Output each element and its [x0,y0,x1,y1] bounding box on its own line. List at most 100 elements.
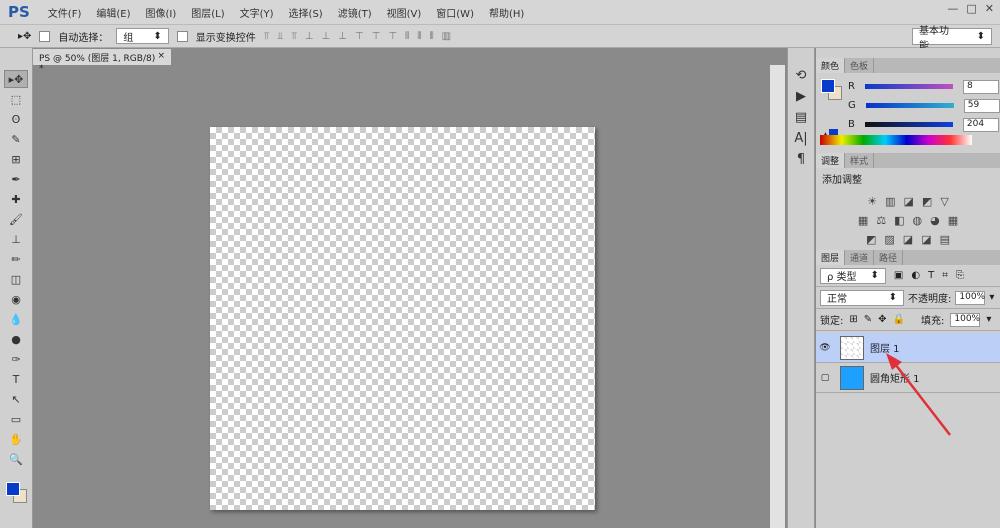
document-tabbar: PS @ 50% (图层 1, RGB/8) * × [33,49,785,74]
hue-saturation-icon[interactable]: ▦ [858,214,868,227]
document-canvas[interactable] [210,127,595,510]
history-brush-tool[interactable]: ✏ [4,250,28,268]
auto-select-dropdown[interactable]: 组 ⬍ [116,28,169,44]
foreground-color-swatch[interactable] [6,482,20,496]
tab-swatches[interactable]: 色板 [845,58,875,73]
blur-tool[interactable]: 💧 [4,310,28,328]
lock-transparent-icon[interactable]: ⊞ [849,314,857,325]
menu-edit[interactable]: 编辑(E) [96,5,130,20]
r-input[interactable]: 8 [962,79,999,94]
visibility-eye-icon[interactable]: 👁 [816,343,834,353]
auto-select-checkbox[interactable] [39,30,51,42]
curves-icon[interactable]: ◪ [904,195,914,208]
vertical-scrollbar[interactable] [770,65,785,528]
gradient-map-icon[interactable]: ▤ [940,233,950,246]
channel-mixer-icon[interactable]: ◕ [930,214,940,227]
b-input[interactable]: 204 [962,117,999,132]
fill-input[interactable]: 100% [950,312,981,327]
menu-help[interactable]: 帮助(H) [489,5,524,20]
eraser-tool[interactable]: ◫ [4,270,28,288]
menu-file[interactable]: 文件(F) [48,5,82,20]
zoom-tool[interactable]: 🔍 [4,450,28,468]
move-tool-preset[interactable]: ▸✥ [18,31,31,42]
vibrance-icon[interactable]: ▽ [940,195,948,208]
levels-icon[interactable]: ▥ [885,195,895,208]
document-tab[interactable]: PS @ 50% (图层 1, RGB/8) * × [33,49,171,74]
invert-icon[interactable]: ◩ [866,233,876,246]
workspace-dropdown[interactable]: 基本功能 ⬍ [912,26,992,52]
menu-image[interactable]: 图像(I) [145,5,176,20]
layer-filter-dropdown[interactable]: ρ 类型 ⬍ [820,267,886,284]
menu-view[interactable]: 视图(V) [387,5,422,20]
pen-tool[interactable]: ✑ [4,350,28,368]
black-white-icon[interactable]: ◧ [894,214,904,227]
show-transform-checkbox[interactable] [176,30,188,42]
lock-all-icon[interactable]: 🔒 [893,314,905,325]
healing-tool[interactable]: ✚ [4,190,28,208]
color-balance-icon[interactable]: ⚖ [876,214,886,227]
smart-object-filter-icon[interactable]: ⎘ [956,270,964,281]
lock-pixels-icon[interactable]: ✎ [864,314,872,325]
minimize-button[interactable]: — [947,2,958,15]
brush-tool[interactable]: 🖌 [4,210,28,228]
tab-channels[interactable]: 通道 [845,250,875,265]
align-icons[interactable]: ⫪ ⫫ ⫪ ⊥ ⊥ ⊥ ⊤ ⊤ ⊤ ⫴ ⫴ ⫴ ▥ [264,31,451,42]
posterize-icon[interactable]: ▨ [884,233,894,246]
exposure-icon[interactable]: ◩ [922,195,932,208]
color-spectrum-bar[interactable] [820,135,972,145]
paragraph-icon[interactable]: ¶ [788,152,814,167]
b-slider[interactable] [864,122,953,127]
history-icon[interactable]: ⟲ [788,68,814,83]
character-icon[interactable]: A| [788,131,814,146]
r-slider[interactable] [864,84,953,89]
visibility-toggle-empty[interactable]: ▢ [816,373,834,383]
adjustment-filter-icon[interactable]: ◐ [911,270,920,281]
eyedropper-tool[interactable]: ✒ [4,170,28,188]
color-fg-swatch[interactable] [821,79,835,93]
selective-color-icon[interactable]: ◪ [921,233,931,246]
pixel-filter-icon[interactable]: ▣ [894,270,903,281]
threshold-icon[interactable]: ◪ [903,233,913,246]
tab-paths[interactable]: 路径 [874,250,904,265]
type-filter-icon[interactable]: T [928,270,934,281]
type-tool[interactable]: T [4,370,28,388]
stamp-tool[interactable]: ⊥ [4,230,28,248]
menu-window[interactable]: 窗口(W) [436,5,474,20]
menu-select[interactable]: 选择(S) [289,5,323,20]
marquee-tool[interactable]: ⬚ [4,90,28,108]
maximize-button[interactable]: □ [966,2,976,15]
crop-tool[interactable]: ⊞ [4,150,28,168]
blend-mode-dropdown[interactable]: 正常 ⬍ [820,289,904,306]
close-button[interactable]: ✕ [985,2,994,15]
tab-color[interactable]: 颜色 [816,58,846,73]
shape-filter-icon[interactable]: ⌗ [942,270,948,281]
close-tab-icon[interactable]: × [157,51,165,63]
properties-icon[interactable]: ▤ [788,110,814,125]
photo-filter-icon[interactable]: ◍ [913,214,923,227]
tab-adjustments[interactable]: 调整 [816,153,846,168]
brightness-icon[interactable]: ☀ [867,195,877,208]
g-slider[interactable] [865,103,954,108]
show-transform-label: 显示变换控件 [195,32,256,44]
hand-tool[interactable]: ✋ [4,430,28,448]
move-tool[interactable]: ▸✥ [4,70,28,88]
lock-position-icon[interactable]: ✥ [878,314,886,325]
tab-styles[interactable]: 样式 [845,153,875,168]
gradient-tool[interactable]: ◉ [4,290,28,308]
menu-type[interactable]: 文字(Y) [240,5,274,20]
actions-play-icon[interactable]: ▶ [788,89,814,104]
menu-layer[interactable]: 图层(L) [191,5,224,20]
quick-select-tool[interactable]: ✎ [4,130,28,148]
add-adjustment-title: 添加调整 [822,175,862,186]
path-select-tool[interactable]: ↖ [4,390,28,408]
lasso-tool[interactable]: ʘ [4,110,28,128]
menu-filter[interactable]: 滤镜(T) [338,5,372,20]
shape-tool[interactable]: ▭ [4,410,28,428]
opacity-dropdown-icon[interactable]: ▾ [989,292,994,303]
tab-layers[interactable]: 图层 [816,250,846,265]
color-lookup-icon[interactable]: ▦ [948,214,958,227]
fill-dropdown-icon[interactable]: ▾ [986,314,991,325]
g-input[interactable]: 59 [963,98,1000,113]
opacity-input[interactable]: 100% [955,290,986,305]
dodge-tool[interactable]: ● [4,330,28,348]
